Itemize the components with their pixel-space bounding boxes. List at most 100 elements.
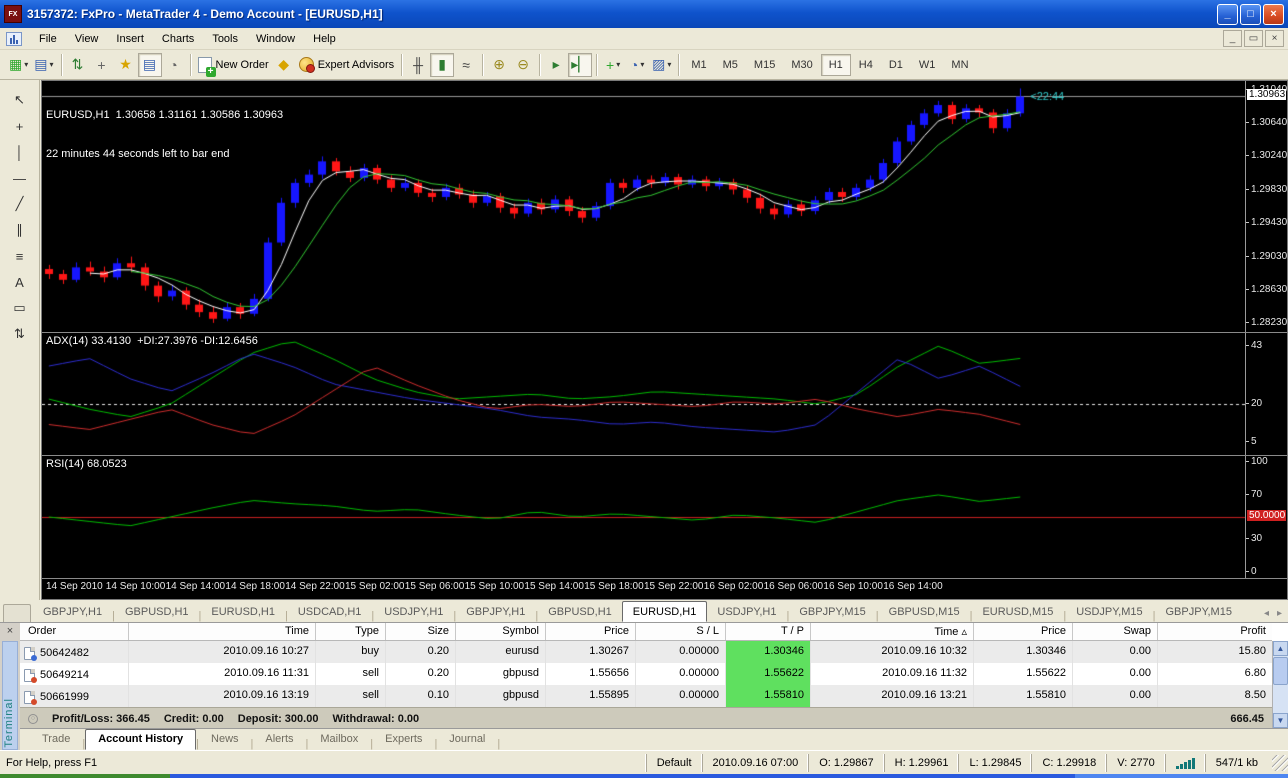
- timeframe-mn-button[interactable]: MN: [943, 54, 976, 76]
- new-chart-dropdown-icon[interactable]: ▾: [24, 60, 28, 69]
- menu-item-charts[interactable]: Charts: [153, 30, 203, 48]
- status-profile[interactable]: Default: [645, 753, 702, 772]
- periods-button[interactable]: ◔ ▾: [625, 53, 649, 77]
- new-chart-button[interactable]: ▦ ▾: [6, 53, 31, 77]
- market-watch-button[interactable]: ⇅: [66, 53, 90, 77]
- timeframe-m30-button[interactable]: M30: [783, 54, 820, 76]
- terminal-tab-journal[interactable]: Journal: [437, 730, 497, 750]
- timeframe-d1-button[interactable]: D1: [881, 54, 911, 76]
- timeframe-h1-button[interactable]: H1: [820, 53, 851, 76]
- menu-item-insert[interactable]: Insert: [107, 30, 153, 48]
- column-header-swap[interactable]: Swap: [1072, 623, 1157, 640]
- terminal-tab-trade[interactable]: Trade: [30, 730, 82, 750]
- templates-button[interactable]: ▨ ▾: [649, 53, 674, 77]
- chart-tab-gbpusd-h1[interactable]: GBPUSD,H1: [115, 602, 199, 622]
- column-header-price[interactable]: Price: [973, 623, 1072, 640]
- terminal-scrollbar[interactable]: ▲ ▼: [1272, 641, 1288, 728]
- chart-tab-usdjpy-h1[interactable]: USDJPY,H1: [374, 602, 453, 622]
- adx-axis[interactable]: 43 20 5: [1245, 333, 1287, 455]
- crosshair-tool[interactable]: +: [7, 114, 33, 138]
- taskbar-start-segment[interactable]: [0, 774, 170, 778]
- horizontal-line-tool[interactable]: —: [7, 166, 33, 190]
- time-axis[interactable]: 14 Sep 2010 14 Sep 10:00 14 Sep 14:00 14 Se…: [42, 579, 1287, 597]
- chart-profiles-dropdown-icon[interactable]: ▾: [49, 60, 53, 69]
- scroll-down-icon[interactable]: ▼: [1273, 713, 1288, 728]
- price-axis[interactable]: 1.310401.306401.302401.298301.294301.290…: [1245, 81, 1287, 332]
- metaeditor-button[interactable]: ◆: [272, 53, 296, 77]
- chart-tab-eurusd-m15[interactable]: EURUSD,M15: [972, 602, 1063, 622]
- zoom-out-button[interactable]: ⊖: [511, 53, 535, 77]
- chart-shift-button[interactable]: ▸▏: [568, 52, 593, 77]
- zoom-in-button[interactable]: ⊕: [487, 53, 511, 77]
- rsi-chart-canvas[interactable]: [42, 456, 1246, 578]
- timeframe-w1-button[interactable]: W1: [911, 54, 944, 76]
- column-header-time[interactable]: Time ▵: [810, 623, 973, 640]
- vertical-line-tool[interactable]: │: [7, 140, 33, 164]
- resize-grip[interactable]: [1272, 754, 1288, 771]
- column-header-symbol[interactable]: Symbol: [455, 623, 545, 640]
- timeframe-m1-button[interactable]: M1: [683, 54, 714, 76]
- column-header-profit[interactable]: Profit: [1157, 623, 1272, 640]
- mdi-close-button[interactable]: ×: [1265, 30, 1284, 47]
- chart-tab-gbpjpy-m15[interactable]: GBPJPY,M15: [1156, 602, 1242, 622]
- chart-tab-usdjpy-h1[interactable]: USDJPY,H1: [707, 602, 786, 622]
- column-header-size[interactable]: Size: [385, 623, 455, 640]
- fibonacci-tool[interactable]: ≡: [7, 244, 33, 268]
- data-window-button[interactable]: +: [90, 53, 114, 77]
- scroll-thumb[interactable]: [1273, 657, 1288, 685]
- column-header-order[interactable]: Order: [20, 623, 128, 640]
- menu-item-help[interactable]: Help: [304, 30, 345, 48]
- terminal-toggle-button[interactable]: ▤: [137, 52, 162, 77]
- column-header-type[interactable]: Type: [315, 623, 385, 640]
- label-tool[interactable]: ▭: [7, 296, 33, 320]
- column-header-time[interactable]: Time: [128, 623, 315, 640]
- timeframe-m15-button[interactable]: M15: [746, 54, 783, 76]
- chart-tab-eurusd-h1[interactable]: EURUSD,H1: [201, 602, 285, 622]
- table-row[interactable]: 50661999 2010.09.16 13:19 sell 0.10 gbpusd 1.…: [20, 685, 1272, 707]
- maximize-button[interactable]: □: [1240, 3, 1261, 25]
- adx-chart-canvas[interactable]: [42, 333, 1246, 455]
- tab-scroll-left-icon[interactable]: ◂: [1264, 608, 1269, 619]
- menu-item-window[interactable]: Window: [247, 30, 304, 48]
- channel-tool[interactable]: ∥: [7, 218, 33, 242]
- arrows-tool[interactable]: ⇅: [7, 322, 33, 346]
- terminal-tab-news[interactable]: News: [199, 730, 251, 750]
- tab-scroll-right-icon[interactable]: ▸: [1277, 608, 1282, 619]
- chart-tab-gbpjpy-h1[interactable]: GBPJPY,H1: [456, 602, 535, 622]
- close-button[interactable]: ×: [1263, 3, 1284, 25]
- chart-tab-gbpusd-m15[interactable]: GBPUSD,M15: [879, 602, 970, 622]
- menu-item-tools[interactable]: Tools: [203, 30, 247, 48]
- terminal-tab-account-history[interactable]: Account History: [85, 729, 197, 750]
- strategy-tester-button[interactable]: ◔: [162, 53, 186, 77]
- bar-chart-button[interactable]: ╫: [406, 53, 430, 77]
- column-header-sl[interactable]: S / L: [635, 623, 725, 640]
- menu-item-file[interactable]: File: [30, 30, 66, 48]
- expert-advisors-button[interactable]: Expert Advisors: [296, 53, 397, 77]
- text-tool[interactable]: A: [7, 270, 33, 294]
- menu-item-view[interactable]: View: [66, 30, 108, 48]
- title-bar[interactable]: FX 3157372: FxPro - MetaTrader 4 - Demo …: [0, 0, 1288, 28]
- chart-tab-gbpjpy-h1[interactable]: GBPJPY,H1: [33, 602, 112, 622]
- chart-tab-eurusd-h1[interactable]: EURUSD,H1: [621, 601, 708, 622]
- mdi-restore-button[interactable]: ▭: [1244, 30, 1263, 47]
- table-row[interactable]: 50642482 2010.09.16 10:27 buy 0.20 eurusd 1.3…: [20, 641, 1272, 663]
- table-row[interactable]: 50649214 2010.09.16 11:31 sell 0.20 gbpusd 1.…: [20, 663, 1272, 685]
- column-header-price[interactable]: Price: [545, 623, 635, 640]
- terminal-tab-mailbox[interactable]: Mailbox: [308, 730, 370, 750]
- templates-dropdown-icon[interactable]: ▾: [667, 60, 671, 69]
- column-header-tp[interactable]: T / P: [725, 623, 810, 640]
- chart-tab-usdjpy-m15[interactable]: USDJPY,M15: [1066, 602, 1152, 622]
- chart-tab-usdcad-h1[interactable]: USDCAD,H1: [288, 602, 372, 622]
- rsi-axis[interactable]: 100 70 30 0 50.0000: [1245, 456, 1287, 578]
- terminal-tab-alerts[interactable]: Alerts: [253, 730, 305, 750]
- chart-tab-gbpusd-h1[interactable]: GBPUSD,H1: [538, 602, 622, 622]
- trendline-tool[interactable]: ╱: [7, 192, 33, 216]
- scroll-up-icon[interactable]: ▲: [1273, 641, 1288, 656]
- cursor-tool[interactable]: ↖: [7, 88, 33, 112]
- chart-profiles-button[interactable]: ▤ ▾: [31, 53, 56, 77]
- indicators-dropdown-icon[interactable]: ▾: [616, 60, 620, 69]
- new-order-button[interactable]: New Order: [195, 53, 272, 77]
- indicators-button[interactable]: + ▾: [601, 53, 625, 77]
- terminal-tab-experts[interactable]: Experts: [373, 730, 434, 750]
- mdi-minimize-button[interactable]: _: [1223, 30, 1242, 47]
